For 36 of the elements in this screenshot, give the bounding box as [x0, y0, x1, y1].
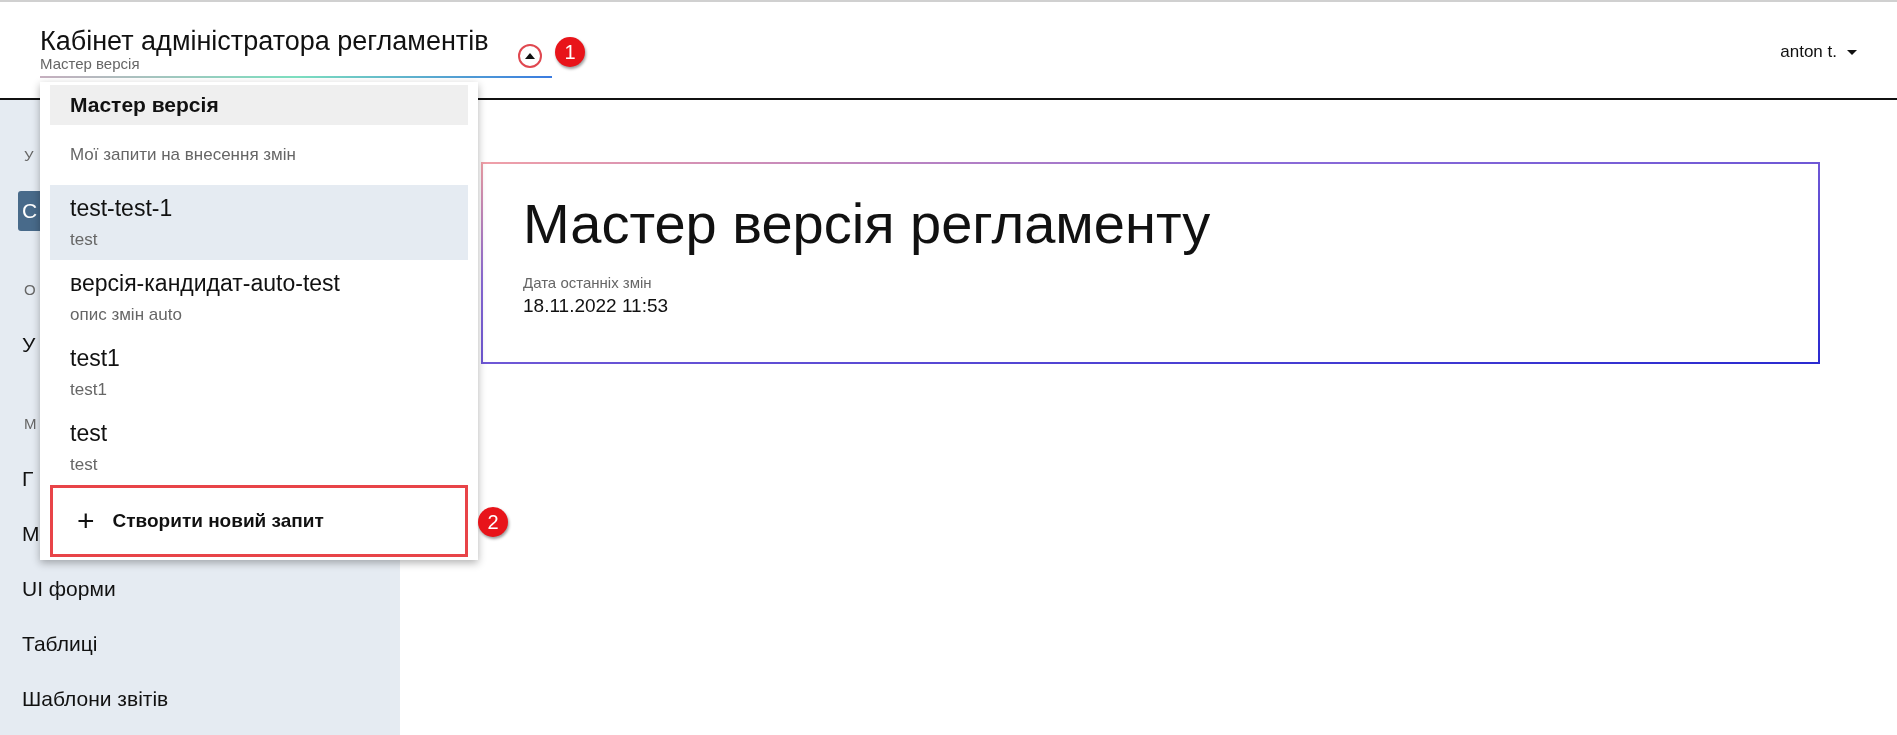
- step-badge: 2: [478, 507, 508, 537]
- sidebar-section-label: О: [24, 281, 36, 298]
- plus-icon: +: [77, 506, 95, 536]
- request-description: test1: [70, 380, 108, 400]
- user-menu[interactable]: anton t.: [1780, 42, 1857, 62]
- collapse-toggle[interactable]: [518, 44, 542, 68]
- request-description: test: [70, 230, 99, 250]
- request-option[interactable]: test-test-1 test: [50, 185, 468, 260]
- request-title: test-test-1: [70, 195, 174, 222]
- request-option[interactable]: test1 test1: [50, 335, 468, 410]
- master-version-option[interactable]: Мастер версія: [50, 85, 468, 125]
- sidebar-item[interactable]: У: [22, 332, 36, 357]
- date-label: Дата останніх змін: [523, 274, 653, 291]
- request-title: test1: [70, 345, 121, 372]
- create-request-label: Створити новий запит: [112, 510, 324, 532]
- sidebar-section-label: У: [24, 147, 34, 164]
- card-title: Мастер версія регламенту: [523, 192, 1212, 256]
- request-description: опис змін auto: [70, 305, 183, 325]
- create-request-button[interactable]: + Створити новий запит: [50, 485, 468, 557]
- sidebar-item[interactable]: UI форми: [22, 576, 116, 601]
- caret-up-icon: [525, 53, 535, 59]
- sidebar-item[interactable]: Г: [22, 466, 34, 491]
- sidebar-item[interactable]: М: [22, 521, 40, 546]
- sidebar-section-label: М: [24, 415, 37, 432]
- sidebar-item[interactable]: Шаблони звітів: [22, 686, 169, 711]
- date-value: 18.11.2022 11:53: [523, 295, 670, 317]
- request-option[interactable]: test test: [50, 410, 468, 485]
- step-badge: 1: [555, 37, 585, 67]
- caret-down-icon: [1847, 49, 1857, 55]
- request-option[interactable]: версія-кандидат-auto-test опис змін auto: [50, 260, 468, 335]
- request-title: test: [70, 420, 109, 447]
- sidebar-item[interactable]: Таблиці: [22, 631, 98, 656]
- request-description: test: [70, 455, 99, 475]
- dropdown-section-heading: Мої запити на внесення змін: [70, 145, 296, 165]
- request-title: версія-кандидат-auto-test: [70, 270, 341, 297]
- app-title: Кабінет адміністратора регламентів: [40, 28, 490, 54]
